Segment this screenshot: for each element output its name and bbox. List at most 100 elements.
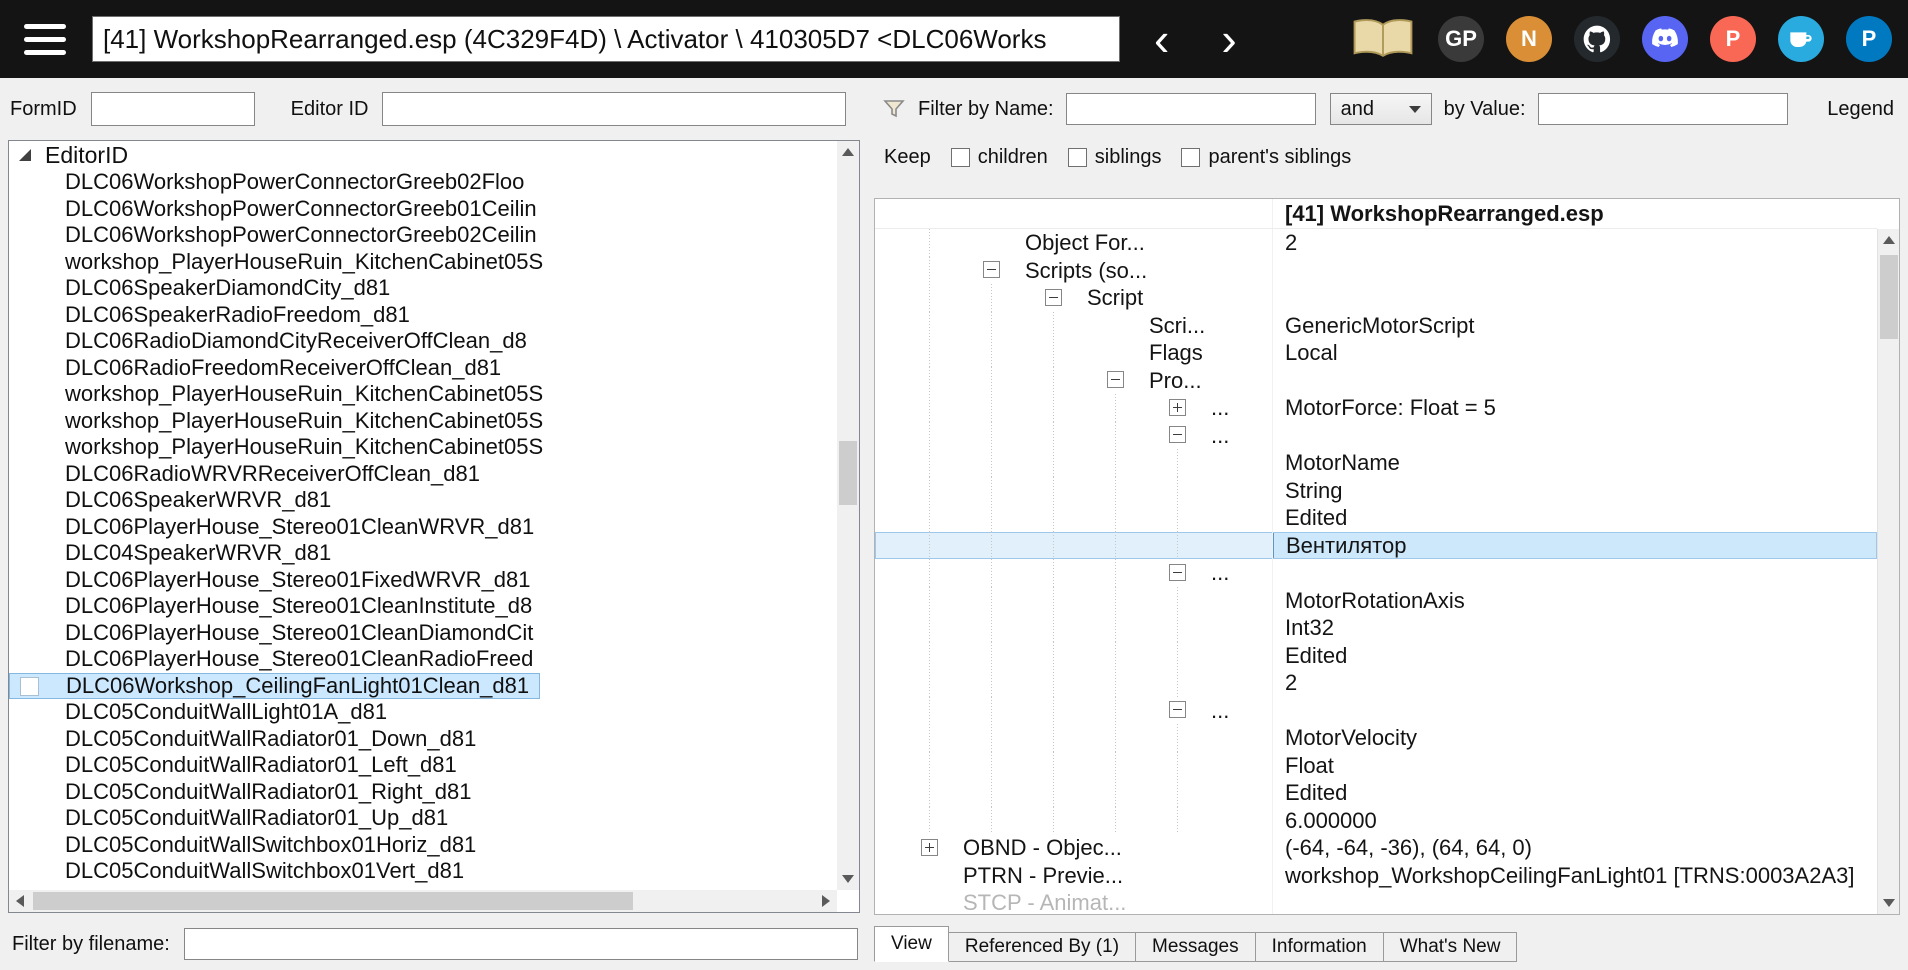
grid-row[interactable]: Scripts (so... [875,257,1877,285]
filter-by-name-input[interactable] [1066,93,1316,125]
grid-value-cell-selected[interactable]: Вентилятор [1273,532,1877,560]
forward-button[interactable]: › [1221,16,1236,62]
grid-value-cell[interactable]: 2 [1273,669,1877,697]
keep-parent-s-siblings-option[interactable]: parent's siblings [1181,146,1351,169]
list-item[interactable]: DLC06RadioDiamondCityReceiverOffClean_d8 [9,328,837,355]
back-button[interactable]: ‹ [1154,16,1169,62]
list-item[interactable]: DLC05ConduitWallRadiator01_Up_d81 [9,805,837,832]
grid-value-cell[interactable]: MotorRotationAxis [1273,587,1877,615]
grid-value-cell[interactable]: MotorVelocity [1273,724,1877,752]
grid-row[interactable]: ...MotorForce: Float = 5 [875,394,1877,422]
list-item[interactable]: DLC06RadioWRVRReceiverOffClean_d81 [9,461,837,488]
keep-children-option[interactable]: children [951,146,1048,169]
grid-value-cell[interactable]: 6.000000 [1273,807,1877,835]
filter-filename-input[interactable] [184,928,858,960]
grid-row[interactable]: MotorName [875,449,1877,477]
list-item[interactable]: DLC06RadioFreedomReceiverOffClean_d81 [9,355,837,382]
grid-value-cell[interactable]: Edited [1273,504,1877,532]
grid-row[interactable]: Object For...2 [875,229,1877,257]
grid-row[interactable]: 6.000000 [875,807,1877,835]
grid-row[interactable]: ... [875,559,1877,587]
list-item-selected[interactable]: DLC06Workshop_CeilingFanLight01Clean_d81 [9,673,540,700]
main-menu-icon[interactable] [24,24,66,55]
tree-root-editorid[interactable]: EditorID [9,141,859,169]
grid-value-cell[interactable]: Local [1273,339,1877,367]
expanded-triangle-icon[interactable] [19,149,31,161]
grid-value-cell[interactable]: workshop_WorkshopCeilingFanLight01 [TRNS… [1273,862,1877,890]
collapse-minus-icon[interactable] [1107,371,1124,388]
scroll-up-button[interactable] [837,141,859,163]
patreon-icon[interactable]: P [1710,16,1756,62]
grid-row[interactable]: Edited [875,504,1877,532]
grid-value-cell[interactable] [1273,422,1877,450]
panel-splitter[interactable] [860,78,872,970]
paypal-icon[interactable]: P [1846,16,1892,62]
tab-messages[interactable]: Messages [1136,932,1256,962]
checkbox-icon[interactable] [951,148,970,167]
grid-value-cell[interactable] [1273,257,1877,285]
list-item[interactable]: DLC06PlayerHouse_Stereo01CleanWRVR_d81 [9,514,837,541]
grid-row[interactable]: Float [875,752,1877,780]
grid-value-cell[interactable]: 2 [1273,229,1877,257]
list-item[interactable]: DLC05ConduitWallRadiator01_Left_d81 [9,752,837,779]
grid-row[interactable]: MotorRotationAxis [875,587,1877,615]
kofi-icon[interactable] [1778,16,1824,62]
filter-funnel-icon[interactable] [882,97,906,121]
list-item[interactable]: workshop_PlayerHouseRuin_KitchenCabinet0… [9,381,837,408]
grid-row[interactable]: MotorVelocity [875,724,1877,752]
vertical-scroll-thumb[interactable] [839,441,857,505]
github-icon[interactable] [1574,16,1620,62]
grid-row[interactable]: ... [875,422,1877,450]
grid-row[interactable]: Вентилятор [875,532,1877,560]
list-item[interactable]: DLC06SpeakerDiamondCity_d81 [9,275,837,302]
grid-row[interactable]: Scri...GenericMotorScript [875,312,1877,340]
list-item[interactable]: DLC06SpeakerRadioFreedom_d81 [9,302,837,329]
list-item[interactable]: DLC06WorkshopPowerConnectorGreeb02Floo [9,169,837,196]
grid-row[interactable]: Int32 [875,614,1877,642]
nexus-mods-icon[interactable]: N [1506,16,1552,62]
legend-link[interactable]: Legend [1827,98,1894,121]
list-item[interactable]: DLC06PlayerHouse_Stereo01CleanRadioFreed [9,646,837,673]
tab-referenced-by-1[interactable]: Referenced By (1) [949,932,1136,962]
gamerpoets-icon[interactable]: GP [1438,16,1484,62]
tab-information[interactable]: Information [1256,932,1384,962]
list-item[interactable]: DLC04SpeakerWRVR_d81 [9,540,837,567]
keep-siblings-option[interactable]: siblings [1068,146,1162,169]
grid-value-cell[interactable] [1273,367,1877,395]
list-item[interactable]: DLC05ConduitWallLight01A_d81 [9,699,837,726]
grid-value-cell[interactable]: MotorName [1273,449,1877,477]
grid-row[interactable]: FlagsLocal [875,339,1877,367]
grid-row[interactable]: Edited [875,779,1877,807]
grid-row[interactable]: ... [875,697,1877,725]
collapse-minus-icon[interactable] [1169,564,1186,581]
grid-row[interactable]: STCP - Animat... [875,889,1877,914]
list-item[interactable]: DLC06PlayerHouse_Stereo01FixedWRVR_d81 [9,567,837,594]
filter-by-value-input[interactable] [1538,93,1788,125]
grid-value-cell[interactable]: Edited [1273,642,1877,670]
grid-scroll-up-button[interactable] [1878,229,1900,251]
grid-row[interactable]: 2 [875,669,1877,697]
list-item[interactable]: workshop_PlayerHouseRuin_KitchenCabinet0… [9,249,837,276]
list-item[interactable]: DLC06WorkshopPowerConnectorGreeb02Ceilin [9,222,837,249]
grid-row[interactable]: PTRN - Previe...workshop_WorkshopCeiling… [875,862,1877,890]
horizontal-scroll-thumb[interactable] [33,892,633,910]
list-item[interactable]: DLC06SpeakerWRVR_d81 [9,487,837,514]
scroll-right-button[interactable] [815,890,837,912]
expand-plus-icon[interactable] [1169,399,1186,416]
list-item[interactable]: DLC05ConduitWallSwitchbox01Vert_d81 [9,858,837,885]
expand-plus-icon[interactable] [921,839,938,856]
list-item[interactable]: workshop_PlayerHouseRuin_KitchenCabinet0… [9,408,837,435]
grid-row[interactable]: String [875,477,1877,505]
formid-input[interactable] [91,92,255,126]
grid-row[interactable]: Edited [875,642,1877,670]
grid-value-cell[interactable]: GenericMotorScript [1273,312,1877,340]
list-item[interactable]: workshop_PlayerHouseRuin_KitchenCabinet0… [9,434,837,461]
checkbox-icon[interactable] [1181,148,1200,167]
filter-operator-select[interactable]: and [1330,93,1432,125]
grid-value-cell[interactable]: String [1273,477,1877,505]
discord-icon[interactable] [1642,16,1688,62]
grid-row[interactable]: Pro... [875,367,1877,395]
collapse-minus-icon[interactable] [1045,289,1062,306]
list-item[interactable]: DLC06PlayerHouse_Stereo01CleanDiamondCit [9,620,837,647]
grid-header-row[interactable]: [41] WorkshopRearranged.esp [875,199,1877,229]
